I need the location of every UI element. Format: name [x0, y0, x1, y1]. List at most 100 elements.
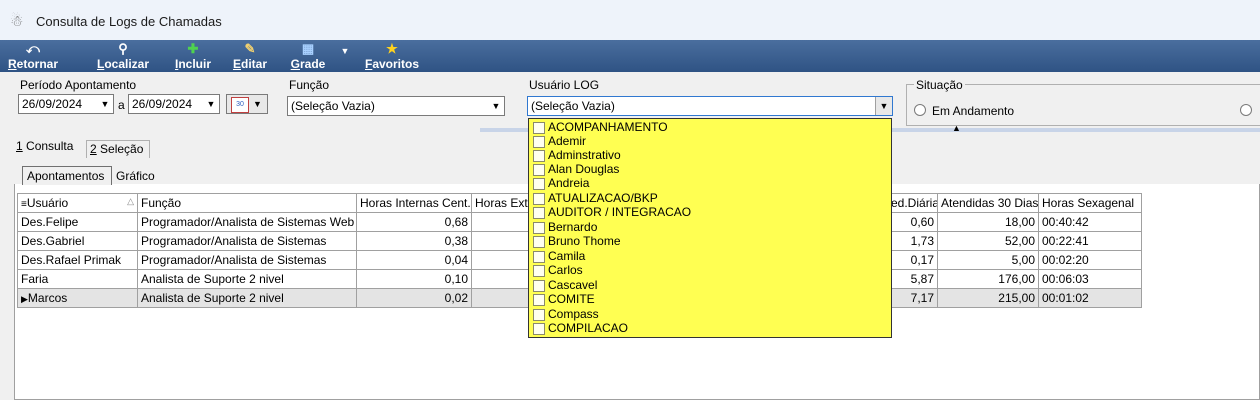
list-item[interactable]: Alan Douglas [533, 162, 619, 176]
list-item[interactable]: ATUALIZACAO/BKP [533, 191, 658, 205]
list-item[interactable]: Adminstrativo [533, 148, 621, 162]
col-horas-internas[interactable]: Horas Internas Cent. [356, 193, 472, 213]
a-label: a [118, 98, 125, 112]
list-item[interactable]: Carlos [533, 263, 583, 277]
situacao-label: Situação [914, 78, 965, 92]
tab-selecao-accel: 2 [90, 142, 97, 156]
checkbox[interactable] [533, 206, 545, 219]
checkbox[interactable] [533, 250, 545, 263]
title-bar: ☃ Consulta de Logs de Chamadas [0, 0, 1260, 41]
checkbox[interactable] [533, 279, 545, 292]
checkbox[interactable] [533, 121, 545, 134]
subtab-grafico[interactable]: Gráfico [116, 169, 155, 183]
cell-funcao: Analista de Suporte 2 nivel [137, 288, 357, 308]
checkbox[interactable] [533, 149, 545, 162]
date-from-field[interactable]: 26/09/2024 ▼ [18, 94, 114, 114]
list-item[interactable]: AUDITOR / INTEGRACAO [533, 205, 691, 219]
date-to-field[interactable]: 26/09/2024 ▼ [128, 94, 220, 114]
cell-horas-internas: 0,68 [356, 212, 472, 232]
list-item[interactable]: Cascavel [533, 278, 597, 292]
checkbox[interactable] [533, 221, 545, 234]
cell-horas-externas [471, 212, 532, 232]
chevron-down-icon[interactable]: ▼ [488, 97, 504, 115]
collapse-up-icon[interactable]: ▲ [952, 123, 961, 133]
col-funcao[interactable]: Função [137, 193, 357, 213]
tab-consulta[interactable]: 1 Consulta [16, 138, 86, 158]
checkbox[interactable] [533, 192, 545, 205]
list-item[interactable]: Compass [533, 307, 599, 321]
list-item-label: Andreia [548, 176, 590, 190]
app-icon: ☃ [10, 13, 24, 30]
funcao-select[interactable]: (Seleção Vazia) ▼ [287, 96, 505, 116]
list-item[interactable]: COMITE [533, 292, 595, 306]
checkbox[interactable] [533, 235, 545, 248]
cell-funcao: Programador/Analista de Sistemas [137, 231, 357, 251]
list-item[interactable]: Bruno Thome [533, 234, 621, 248]
grade-button[interactable]: ▦ Grade [288, 40, 328, 72]
sort-triangle-icon: △ [127, 196, 134, 206]
list-item[interactable]: ACOMPANHAMENTO [533, 120, 668, 134]
checkbox[interactable] [533, 308, 545, 321]
list-item[interactable]: Ademir [533, 134, 586, 148]
chevron-down-icon[interactable]: ▼ [253, 95, 262, 113]
col-med-diaria[interactable]: ed.Diária [887, 193, 938, 213]
grade-dropdown-arrow-icon[interactable]: ▼ [340, 40, 350, 72]
cell-horas-internas: 0,38 [356, 231, 472, 251]
favoritos-label: avoritos [372, 57, 420, 71]
magnifier-icon: ⚲ [118, 41, 128, 56]
checkbox[interactable] [533, 177, 545, 190]
incluir-button[interactable]: ✚ Incluir [172, 40, 214, 72]
situacao-radio-2[interactable] [1240, 104, 1252, 116]
tab-consulta-accel: 1 [16, 139, 23, 153]
checkbox[interactable] [533, 135, 545, 148]
cell-horas-internas: 0,10 [356, 269, 472, 289]
tab-selecao-label: Seleção [96, 142, 144, 156]
calendar-button[interactable]: 30 ▼ [226, 94, 268, 114]
chevron-down-icon[interactable]: ▼ [97, 95, 113, 113]
col-horas-externas[interactable]: Horas Exte [471, 193, 532, 213]
edit-pencil-icon: ✎ [244, 41, 256, 56]
list-item[interactable]: Andreia [533, 176, 589, 190]
grade-accel: G [290, 57, 300, 71]
calendar-icon: 30 [231, 97, 249, 113]
funcao-value: (Seleção Vazia) [291, 99, 375, 113]
chevron-down-icon[interactable]: ▼ [203, 95, 219, 113]
list-item[interactable]: COMPILACAO [533, 321, 628, 335]
editar-button[interactable]: ✎ Editar [230, 40, 270, 72]
list-item-label: Adminstrativo [548, 148, 621, 162]
subtab-apontamentos[interactable]: Apontamentos [22, 166, 112, 185]
col-usuario[interactable]: ≡Usuário △ [17, 193, 138, 213]
list-item[interactable]: Bernardo [533, 220, 597, 234]
tab-selecao[interactable]: 2 Seleção [86, 140, 150, 159]
checkbox[interactable] [533, 264, 545, 277]
favoritos-button[interactable]: ★ Favoritos [360, 40, 424, 72]
usuario-log-dropdown-list[interactable]: ACOMPANHAMENTO Ademir Adminstrativo Alan… [528, 118, 892, 338]
periodo-label: Período Apontamento [20, 78, 137, 92]
row-pointer-icon: ▶ [21, 294, 28, 304]
editar-label: ditar [241, 57, 268, 71]
list-item-label: Alan Douglas [548, 162, 620, 176]
cell-usuario: Des.Gabriel [17, 231, 138, 251]
checkbox[interactable] [533, 293, 545, 306]
retornar-button[interactable]: ⤺ Retornar [6, 40, 60, 72]
col-atendidas[interactable]: Atendidas 30 Dias [937, 193, 1039, 213]
em-andamento-radio[interactable] [914, 104, 926, 116]
list-item-label: Cascavel [548, 278, 598, 292]
toolbar: ⤺ Retornar ⚲ Localizar ✚ Incluir ✎ Edita… [0, 40, 1260, 72]
localizar-button[interactable]: ⚲ Localizar [94, 40, 152, 72]
list-item[interactable]: Camila [533, 249, 585, 263]
cell-funcao: Programador/Analista de Sistemas Web [137, 212, 357, 232]
checkbox[interactable] [533, 322, 545, 335]
usuario-log-value: (Seleção Vazia) [531, 99, 615, 113]
checkbox[interactable] [533, 163, 545, 176]
retornar-label: etornar [16, 57, 58, 71]
return-arrow-icon: ⤺ [26, 41, 40, 56]
plus-circle-icon: ✚ [187, 41, 199, 56]
col-horas-sexagenal[interactable]: Horas Sexagenal [1038, 193, 1142, 213]
grade-label: rade [299, 57, 326, 71]
cell-med-diaria: 7,17 [887, 288, 938, 308]
usuario-log-select[interactable]: (Seleção Vazia) ▼ [527, 96, 893, 116]
col-usuario-label: Usuário [26, 196, 69, 210]
grid-icon: ▦ [301, 41, 315, 56]
chevron-down-icon[interactable]: ▼ [875, 97, 892, 115]
